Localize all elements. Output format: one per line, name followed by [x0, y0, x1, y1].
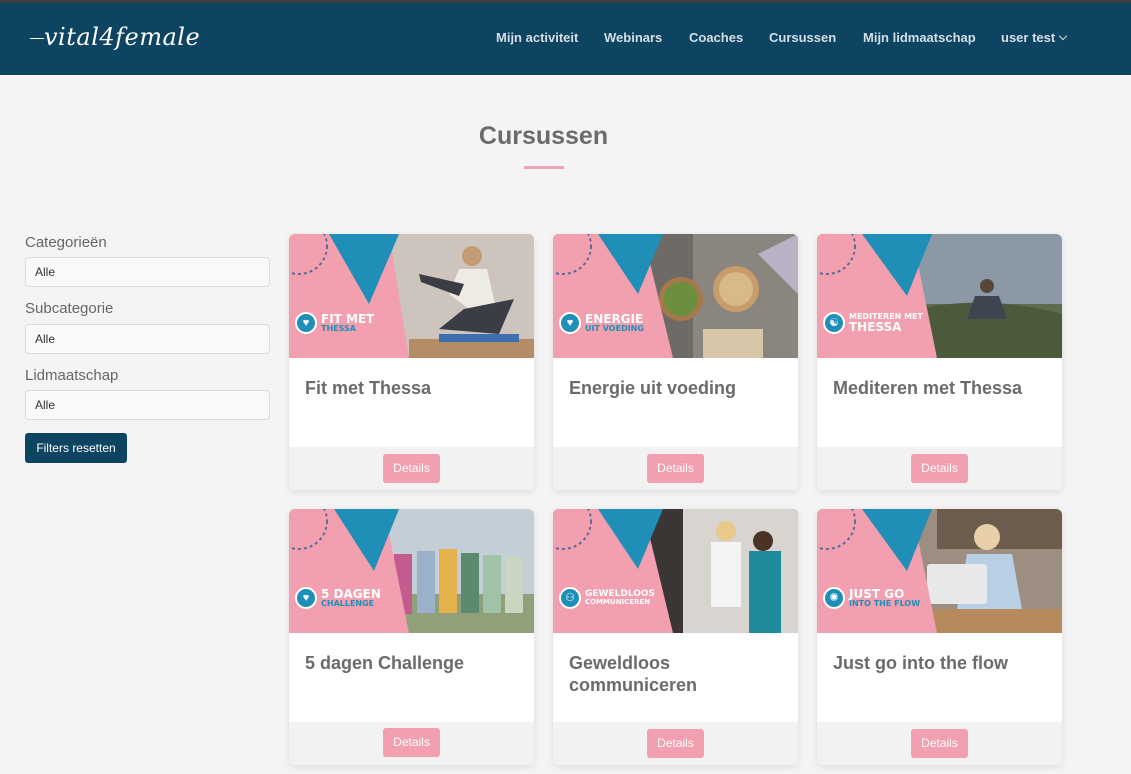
badge-line-2: CHALLENGE [321, 599, 375, 608]
course-image[interactable]: ✺ JUST GO INTO THE FLOW [817, 509, 1062, 633]
course-card: ♥ FIT MET THESSA Fit met Thessa Details [289, 234, 534, 490]
details-button[interactable]: Details [383, 454, 440, 483]
course-card: ♥ 5 DAGEN CHALLENGE 5 dagen Challenge Det… [289, 509, 534, 765]
brain-icon: ✺ [823, 587, 845, 609]
nav-cursussen[interactable]: Cursussen [769, 30, 836, 45]
badge-line-2: COMMUNICEREN [585, 598, 651, 606]
user-menu-label: user test [1001, 30, 1056, 45]
user-menu[interactable]: user test [1001, 30, 1068, 45]
brand-overlay [553, 234, 673, 358]
badge-line-2: THESSA [849, 320, 902, 334]
course-badge: ⚇ GEWELDLOOS COMMUNICEREN [559, 587, 655, 609]
card-footer: Details [553, 722, 798, 765]
membership-filter-select[interactable]: Alle [25, 390, 270, 420]
course-badge: ♥ ENERGIE UIT VOEDING [559, 312, 644, 334]
brand-overlay [289, 509, 409, 633]
course-card: ☯ MEDITEREN MET THESSA Mediteren met Thes… [817, 234, 1062, 490]
course-card: ♥ ENERGIE UIT VOEDING Energie uit voeding… [553, 234, 798, 490]
course-card: ⚇ GEWELDLOOS COMMUNICEREN Geweldloos comm… [553, 509, 798, 765]
brand-overlay [817, 509, 937, 633]
nav-mijn-lidmaatschap[interactable]: Mijn lidmaatschap [863, 30, 976, 45]
heart-icon: ♥ [295, 312, 317, 334]
yin-yang-icon: ☯ [823, 312, 845, 334]
course-badge: ♥ FIT MET THESSA [295, 312, 374, 334]
nav-mijn-activiteit[interactable]: Mijn activiteit [496, 30, 578, 45]
card-footer: Details [289, 722, 534, 765]
top-navigation-bar: vital4female Mijn activiteit Webinars Co… [0, 0, 1131, 75]
course-title[interactable]: 5 dagen Challenge [289, 633, 534, 722]
course-badge: ✺ JUST GO INTO THE FLOW [823, 587, 920, 609]
course-title[interactable]: Energie uit voeding [553, 358, 798, 447]
membership-filter-label: Lidmaatschap [25, 367, 119, 384]
site-logo[interactable]: vital4female [30, 23, 200, 51]
category-filter-label: Categorieën [25, 234, 107, 251]
details-button[interactable]: Details [647, 729, 704, 758]
card-footer: Details [817, 447, 1062, 490]
title-underline [524, 166, 564, 169]
brand-overlay [817, 234, 937, 358]
heart-icon: ♥ [559, 312, 581, 334]
chevron-down-icon [1058, 31, 1068, 41]
details-button[interactable]: Details [911, 454, 968, 483]
course-badge: ☯ MEDITEREN MET THESSA [823, 312, 923, 334]
subcategory-filter-label: Subcategorie [25, 300, 114, 317]
brand-overlay [289, 234, 409, 358]
course-image[interactable]: ♥ ENERGIE UIT VOEDING [553, 234, 798, 358]
details-button[interactable]: Details [383, 728, 440, 757]
page-title: Cursussen [478, 122, 609, 150]
brand-overlay [553, 509, 673, 633]
course-image[interactable]: ☯ MEDITEREN MET THESSA [817, 234, 1062, 358]
nav-webinars[interactable]: Webinars [604, 30, 662, 45]
details-button[interactable]: Details [647, 454, 704, 483]
heart-icon: ♥ [295, 587, 317, 609]
details-button[interactable]: Details [911, 729, 968, 758]
course-title[interactable]: Just go into the flow [817, 633, 1062, 722]
card-footer: Details [817, 722, 1062, 765]
course-image[interactable]: ♥ 5 DAGEN CHALLENGE [289, 509, 534, 633]
category-filter-select[interactable]: Alle [25, 257, 270, 287]
badge-line-2: UIT VOEDING [585, 324, 644, 333]
course-title[interactable]: Mediteren met Thessa [817, 358, 1062, 447]
nav-coaches[interactable]: Coaches [689, 30, 743, 45]
course-title[interactable]: Fit met Thessa [289, 358, 534, 447]
reset-filters-button[interactable]: Filters resetten [25, 433, 127, 463]
card-footer: Details [289, 447, 534, 490]
card-footer: Details [553, 447, 798, 490]
people-icon: ⚇ [559, 587, 581, 609]
course-image[interactable]: ♥ FIT MET THESSA [289, 234, 534, 358]
course-image[interactable]: ⚇ GEWELDLOOS COMMUNICEREN [553, 509, 798, 633]
course-badge: ♥ 5 DAGEN CHALLENGE [295, 587, 381, 609]
subcategory-filter-select[interactable]: Alle [25, 324, 270, 354]
badge-line-2: THESSA [321, 324, 356, 333]
badge-line-2: INTO THE FLOW [849, 599, 921, 608]
course-card: ✺ JUST GO INTO THE FLOW Just go into the … [817, 509, 1062, 765]
course-title[interactable]: Geweldloos communiceren [553, 633, 798, 722]
